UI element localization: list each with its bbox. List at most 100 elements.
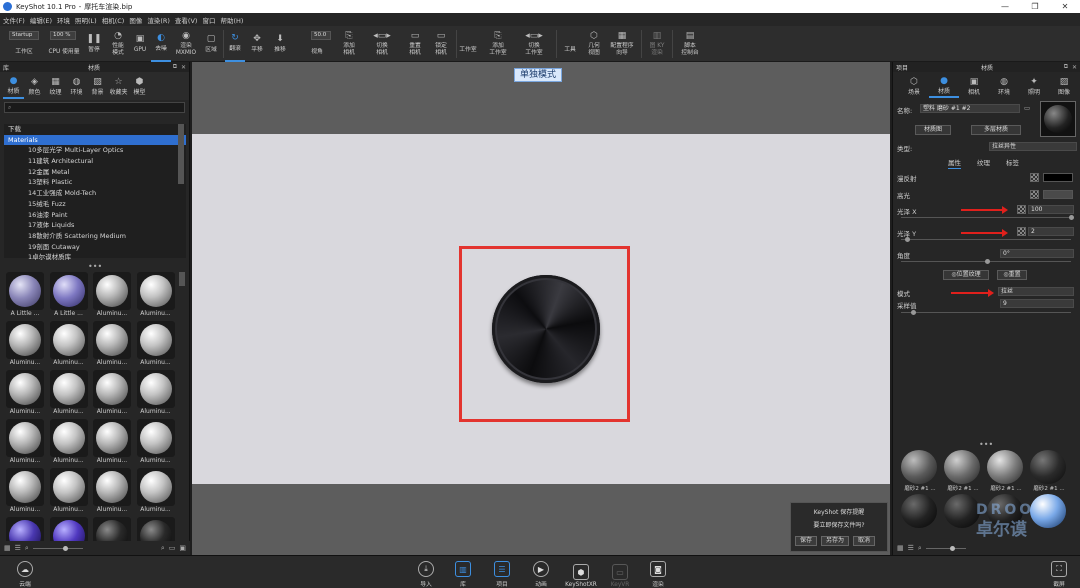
add-camera-button[interactable]: ⎘ 添加 相机 <box>336 26 362 62</box>
menu-view[interactable]: 查看(V) <box>175 15 198 25</box>
zoom-in-icon[interactable]: ⌕ <box>161 544 165 553</box>
tree-item[interactable]: 12金属 Metal <box>4 167 186 178</box>
render-button[interactable]: ◙ 渲染 <box>644 558 672 588</box>
specular-color-swatch[interactable] <box>1043 190 1073 199</box>
thumb-size-slider-handle[interactable] <box>62 545 68 551</box>
geometry-view-button[interactable]: ⬡ 几何 视图 <box>583 26 605 62</box>
roughness-y-texture-icon[interactable] <box>1017 227 1026 236</box>
splitter-handle-icon[interactable]: ••• <box>88 262 102 271</box>
zoom-icon[interactable]: ⌕ <box>25 544 29 553</box>
config-wizard-button[interactable]: ▦ 配置程序 向导 <box>607 26 637 62</box>
material-thumbnail[interactable]: Aluminu... <box>93 370 131 416</box>
roughness-x-slider-handle[interactable] <box>1069 215 1074 220</box>
material-thumbnail[interactable]: Aluminu... <box>93 468 131 514</box>
maximize-icon[interactable]: ❐ <box>1020 0 1050 13</box>
animation-button[interactable]: ▶ 动画 <box>527 558 555 588</box>
dialog-cancel-button[interactable]: 取消 <box>853 536 876 546</box>
dolly-button[interactable]: ⬇ 推移 <box>269 26 291 62</box>
material-thumbnail[interactable]: Aluminu... <box>6 370 44 416</box>
tab-favorites[interactable]: ☆ 收藏夹 <box>108 73 129 99</box>
tree-item[interactable]: 11建筑 Architectural <box>4 156 186 167</box>
samples-slider[interactable] <box>901 310 1071 315</box>
menu-camera[interactable]: 相机(C) <box>102 15 125 25</box>
material-thumbnail[interactable]: Aluminu... <box>6 321 44 367</box>
material-preview-thumbnail[interactable] <box>1040 101 1076 137</box>
diffuse-color-swatch[interactable] <box>1043 173 1073 182</box>
project-material-thumbnail[interactable] <box>901 494 939 528</box>
samples-slider-handle[interactable] <box>911 310 916 315</box>
project-button[interactable]: ☰ 项目 <box>488 558 516 588</box>
panel-close-icon[interactable]: ✕ <box>1072 64 1077 71</box>
grid-view-icon[interactable]: ▦ <box>897 544 904 552</box>
thumb-size-slider[interactable] <box>925 545 966 551</box>
material-name-input[interactable]: 塑料 磨砂 #1 #2 <box>920 104 1020 113</box>
studio-button[interactable]: 工作室 <box>456 26 480 62</box>
dialog-save-button[interactable]: 保存 <box>795 536 818 546</box>
list-view-icon[interactable]: ☰ <box>15 544 21 552</box>
close-icon[interactable]: ✕ <box>1050 0 1080 13</box>
tree-item[interactable]: 13塑料 Plastic <box>4 177 186 188</box>
tree-scrollbar[interactable] <box>178 124 184 184</box>
tab-colors[interactable]: ◈ 颜色 <box>24 73 45 99</box>
menu-environment[interactable]: 环境 <box>57 15 70 25</box>
thumbs-scrollbar[interactable] <box>179 272 185 286</box>
tree-item[interactable]: 17液体 Liquids <box>4 220 186 231</box>
save-material-icon[interactable]: ▭ <box>1024 104 1030 112</box>
library-search-input[interactable]: ⌕ <box>4 102 185 113</box>
roughness-x-texture-icon[interactable] <box>1017 205 1026 214</box>
region-button[interactable]: ▢ 区域 <box>201 26 221 62</box>
project-material-thumbnail[interactable]: 磨砂2 #1 ... <box>944 450 982 492</box>
tree-item[interactable]: 15绒毛 Fuzz <box>4 199 186 210</box>
material-thumbnail[interactable]: Aluminu... <box>49 370 88 416</box>
tree-item[interactable]: 19剖面 Cutaway <box>4 242 186 253</box>
material-thumbnail[interactable]: Aluminu... <box>6 468 44 514</box>
material-thumbnail[interactable]: Aluminu... <box>93 419 131 465</box>
import-button[interactable]: ⤓ 导入 <box>412 558 440 588</box>
tab-camera[interactable]: ▣ 相机 <box>959 74 989 98</box>
menu-lighting[interactable]: 照明(L) <box>75 15 97 25</box>
tab-material[interactable]: ● 材质 <box>929 74 959 98</box>
tree-item[interactable]: 18散射介质 Scattering Medium <box>4 231 186 242</box>
roughness-y-input[interactable]: 2 <box>1028 227 1074 236</box>
tree-item[interactable]: 16油漆 Paint <box>4 210 186 221</box>
mode-select[interactable]: 拉丝 <box>998 287 1074 296</box>
switch-studio-button[interactable]: ◂▭▸ 切换 工作室 <box>516 26 552 62</box>
pause-button[interactable]: ❚❚ 暂停 <box>84 26 104 62</box>
material-thumbnail[interactable]: A Little ... <box>6 272 44 318</box>
undock-icon[interactable]: ⧉ <box>1064 63 1068 71</box>
pan-button[interactable]: ✥ 平移 <box>247 26 267 62</box>
roughness-y-slider-handle[interactable] <box>905 237 910 242</box>
menu-window[interactable]: 窗口 <box>202 15 215 25</box>
thumb-size-slider[interactable] <box>32 545 83 551</box>
zoom-icon[interactable]: ⌕ <box>918 544 922 553</box>
tab-scene[interactable]: ⬡ 场景 <box>899 74 929 98</box>
subtab-textures[interactable]: 纹理 <box>977 157 990 169</box>
material-thumbnail[interactable]: Aluminu... <box>49 468 88 514</box>
isolate-mode-badge[interactable]: 单独模式 <box>514 68 563 82</box>
library-button[interactable]: ▥ 库 <box>449 558 477 588</box>
tab-textures[interactable]: ▦ 纹理 <box>45 73 66 99</box>
tree-item[interactable]: Materials <box>4 134 186 146</box>
tab-environment[interactable]: ◍ 环境 <box>989 74 1019 98</box>
tree-item[interactable]: 下载 <box>4 124 186 135</box>
tools-button[interactable]: 工具 <box>559 26 581 62</box>
menu-file[interactable]: 文件(F) <box>3 15 25 25</box>
list-view-icon[interactable]: ☰ <box>908 544 914 552</box>
samples-input[interactable]: 9 <box>1000 299 1074 308</box>
import-folder-icon[interactable]: ▣ <box>179 544 186 552</box>
dialog-save-as-button[interactable]: 另存为 <box>821 536 850 546</box>
material-thumbnail[interactable]: Aluminu... <box>93 272 131 318</box>
project-material-thumbnail[interactable]: 磨砂2 #1 ... <box>901 450 939 492</box>
menu-edit[interactable]: 编辑(E) <box>30 15 52 25</box>
specular-texture-icon[interactable] <box>1030 190 1039 199</box>
tab-backplates[interactable]: ▨ 背景 <box>87 73 108 99</box>
angle-input[interactable]: 0° <box>1000 249 1074 258</box>
tumble-button[interactable]: ↻ 翻滚 <box>225 26 245 62</box>
subtab-properties[interactable]: 属性 <box>948 157 961 169</box>
keyvr-button[interactable]: ▭ KeyVR <box>606 558 634 588</box>
tab-image[interactable]: ▨ 图像 <box>1049 74 1079 98</box>
thumb-size-slider-handle[interactable] <box>949 545 955 551</box>
splitter-handle-icon[interactable]: ••• <box>979 440 993 449</box>
material-thumbnail[interactable]: Aluminu... <box>49 419 88 465</box>
render-viewport[interactable]: 单独模式 KeyShot 保存提醒 要立即保存文件吗? 保存 另存为 取消 <box>192 62 890 555</box>
